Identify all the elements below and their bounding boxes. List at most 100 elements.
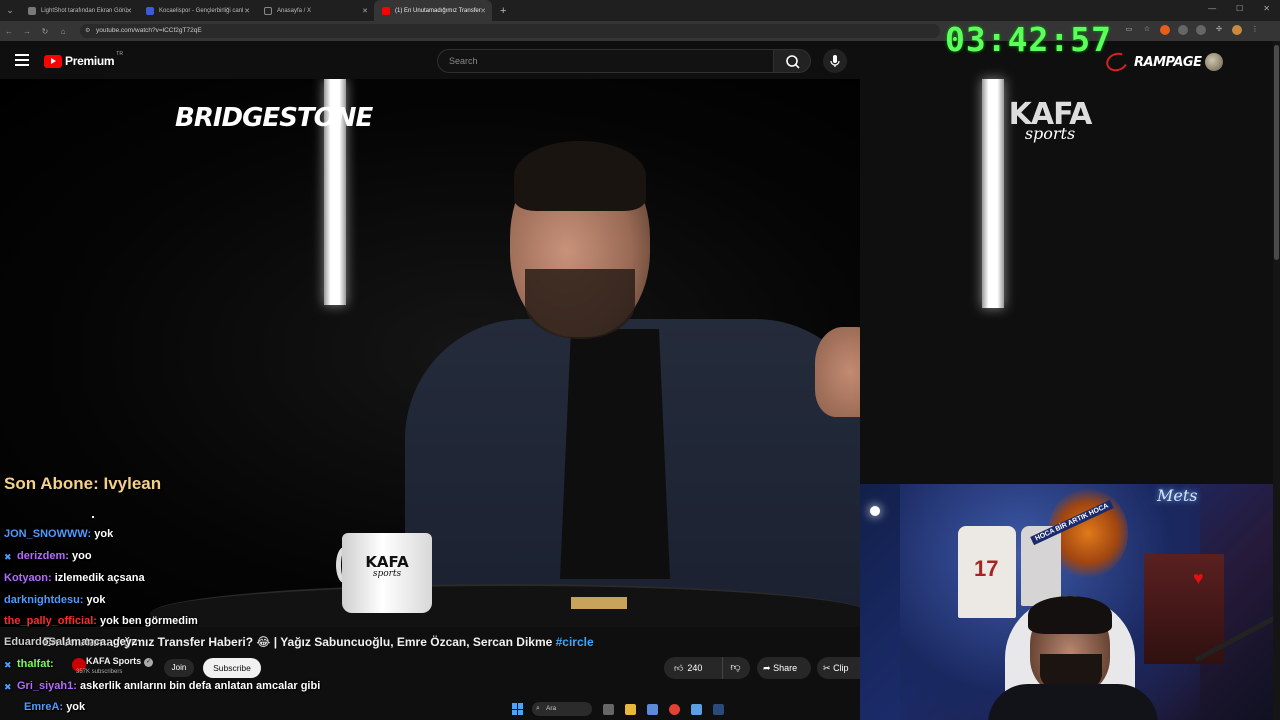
chat-text: izlemedik açsana bbox=[54, 572, 145, 584]
browser-tab-kocaelispor[interactable]: Kocaelispor - Gençlerbirliği canl ✕ bbox=[138, 0, 256, 21]
chrome-icon[interactable] bbox=[669, 703, 680, 715]
close-tab-icon[interactable]: ✕ bbox=[362, 7, 368, 15]
close-window-icon[interactable]: ✕ bbox=[1263, 4, 1270, 13]
chat-message: ✖ Gri_siyah1: askerlik anılarını bin defa… bbox=[4, 680, 320, 692]
share-button[interactable]: ➦ Share bbox=[757, 657, 811, 679]
kafa-sports-watermark: KAFA sports bbox=[1000, 100, 1100, 144]
chat-username: EduardoSalamanca: bbox=[4, 636, 110, 648]
clip-button[interactable]: ✂ Clip bbox=[817, 657, 863, 679]
steam-icon[interactable] bbox=[713, 703, 724, 715]
jersey-number: 17 bbox=[974, 556, 999, 581]
close-tab-icon[interactable]: ✕ bbox=[126, 7, 132, 15]
country-code: TR bbox=[116, 51, 123, 57]
store-icon[interactable] bbox=[647, 703, 658, 715]
chat-username: Gri_siyah1: bbox=[17, 680, 77, 692]
task-view-icon[interactable] bbox=[603, 703, 614, 715]
notepad-icon[interactable] bbox=[691, 703, 702, 715]
browser-tab-bar: ⌄ LightShot tarafından Ekran Görü ✕ Koca… bbox=[0, 0, 1280, 21]
guide-menu-icon[interactable] bbox=[15, 54, 29, 66]
youtube-premium-logo[interactable]: Premium TR bbox=[44, 51, 123, 68]
streamer-webcam: 17 HOCA BİR ARTIK HOCA Mets ♥ bbox=[860, 484, 1280, 720]
browser-tab-lightshot[interactable]: LightShot tarafından Ekran Görü ✕ bbox=[20, 0, 138, 21]
reload-icon[interactable]: ↻ bbox=[36, 27, 54, 36]
extension-icon[interactable] bbox=[1160, 25, 1170, 35]
chat-message: JON_SNOWWW: yok bbox=[4, 528, 113, 540]
close-tab-icon[interactable]: ✕ bbox=[480, 7, 486, 15]
scissors-icon: ✂ bbox=[823, 663, 831, 673]
screen: ⌄ LightShot tarafından Ekran Görü ✕ Koca… bbox=[0, 0, 1280, 720]
address-bar[interactable]: ⚙ youtube.com/watch?v=lCCf2gT72qE bbox=[80, 24, 940, 38]
back-icon[interactable]: ← bbox=[0, 27, 18, 36]
window-controls: — ☐ ✕ bbox=[1208, 4, 1270, 13]
host-hand bbox=[815, 327, 860, 417]
video-player[interactable]: BRIDGESTONE KAFA sports bbox=[0, 79, 860, 627]
chat-text: yok bbox=[94, 528, 114, 540]
windows-taskbar: Ara bbox=[430, 698, 770, 720]
dislike-button[interactable]: 👎︎ bbox=[722, 657, 748, 679]
tab-label: Anasayfa / X bbox=[277, 7, 312, 14]
tab-label: LightShot tarafından Ekran Görü bbox=[41, 7, 128, 14]
extension-icon[interactable] bbox=[1196, 25, 1206, 35]
join-button[interactable]: Join bbox=[164, 659, 194, 677]
browser-tab-youtube[interactable]: (1) En Unutamadığımız Transfer ✕ bbox=[374, 0, 492, 21]
subscribe-button[interactable]: Subscribe bbox=[203, 658, 261, 678]
chat-message: EmreA: yok bbox=[4, 701, 85, 713]
chat-message: the_pally_official: yok ben görmedim bbox=[4, 615, 198, 627]
chat-message: Kotyaon: izlemedik açsana bbox=[4, 572, 145, 584]
subscriber-badge-icon: ✖ bbox=[4, 660, 12, 670]
minimize-icon[interactable]: — bbox=[1208, 4, 1216, 13]
chat-text: yok ben görmedim bbox=[99, 615, 198, 627]
mug-logo-sub: sports bbox=[372, 569, 402, 579]
youtube-favicon-icon bbox=[382, 6, 390, 15]
more-menu-icon[interactable]: ⋮ bbox=[1250, 25, 1260, 35]
table-card bbox=[571, 597, 627, 609]
search-input[interactable]: Search bbox=[437, 49, 773, 73]
logo-text: Premium bbox=[65, 54, 115, 68]
taskbar-search[interactable]: Ara bbox=[532, 702, 592, 716]
voice-search-button[interactable] bbox=[823, 49, 847, 73]
file-explorer-icon[interactable] bbox=[625, 703, 636, 715]
kocaelispor-favicon-icon bbox=[146, 6, 154, 15]
cast-icon[interactable]: ▭ bbox=[1124, 25, 1134, 35]
scrollbar-thumb[interactable] bbox=[1274, 45, 1279, 260]
host-beard bbox=[525, 269, 635, 339]
forward-icon[interactable]: → bbox=[18, 27, 36, 36]
youtube-play-icon bbox=[44, 54, 62, 68]
channel-name[interactable]: KAFA Sports ✓ bbox=[86, 656, 154, 667]
site-info-icon[interactable]: ⚙ bbox=[85, 24, 90, 38]
subscriber-badge-icon: ✖ bbox=[4, 682, 12, 692]
streamer-brand-logo: RAMPAGE bbox=[1103, 49, 1224, 75]
chat-username: the_pally_official: bbox=[4, 615, 97, 627]
windows-start-icon[interactable] bbox=[512, 703, 524, 715]
home-icon[interactable]: ⌂ bbox=[54, 27, 72, 36]
maximize-icon[interactable]: ☐ bbox=[1236, 4, 1243, 13]
webcam-neon-sign: Mets bbox=[1157, 486, 1198, 505]
share-icon: ➦ bbox=[763, 663, 771, 673]
chat-message: ✖ thalfat: bbox=[4, 658, 54, 670]
chat-text: yok bbox=[86, 594, 106, 606]
kafa-mug: KAFA sports bbox=[342, 533, 432, 613]
brand-avatar bbox=[1205, 53, 1224, 71]
profile-avatar[interactable] bbox=[1232, 25, 1242, 35]
heart-icon: ♥ bbox=[1193, 568, 1204, 588]
chat-text: askerlik anılarını bin defa anlatan amca… bbox=[79, 680, 321, 692]
subscriber-badge-icon: ✖ bbox=[4, 552, 12, 562]
last-subscriber-alert: Son Abone: Ivylean bbox=[4, 474, 162, 493]
like-button[interactable]: 👍︎ 240 bbox=[664, 657, 716, 679]
tab-list-icon[interactable]: ⌄ bbox=[0, 5, 20, 16]
sponsor-logo: BRIDGESTONE bbox=[175, 103, 373, 133]
search-button[interactable] bbox=[773, 49, 811, 73]
chat-username: darknightdesu: bbox=[4, 594, 84, 606]
chat-username: derizdem: bbox=[17, 550, 69, 562]
bookmark-star-icon[interactable]: ☆ bbox=[1142, 25, 1152, 35]
extensions-puzzle-icon[interactable]: ✣ bbox=[1214, 25, 1224, 35]
close-tab-icon[interactable]: ✕ bbox=[244, 7, 250, 15]
subscriber-count: 357K subscribers bbox=[76, 669, 123, 675]
new-tab-icon[interactable]: + bbox=[500, 5, 506, 17]
browser-tab-x[interactable]: Anasayfa / X ✕ bbox=[256, 0, 374, 21]
host-hair bbox=[514, 141, 646, 211]
search-icon bbox=[786, 55, 800, 69]
x-favicon-icon bbox=[264, 6, 272, 15]
video-hashtag[interactable]: #circle bbox=[556, 635, 594, 649]
extension-icon[interactable] bbox=[1178, 25, 1188, 35]
